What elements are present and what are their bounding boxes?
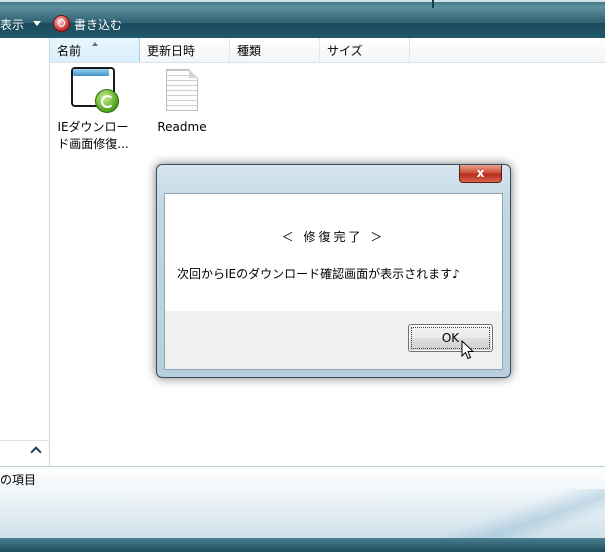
mouse-pointer-icon xyxy=(461,340,475,360)
file-item-ie-repair[interactable]: IEダウンロード画面修復... xyxy=(52,66,134,153)
navigation-pane xyxy=(0,38,50,466)
item-count-text: の項目 xyxy=(0,473,37,487)
folders-toggle-bar[interactable] xyxy=(0,440,49,467)
column-header-size[interactable]: サイズ xyxy=(320,38,410,62)
refresh-icon xyxy=(95,89,119,113)
ie-repair-app-icon[interactable] xyxy=(71,67,119,113)
burn-button[interactable]: 書き込む xyxy=(74,16,122,33)
window-top-highlight xyxy=(0,0,605,2)
view-dropdown-arrow-icon[interactable] xyxy=(33,21,41,26)
window-resize-handle[interactable] xyxy=(432,0,434,8)
view-menu-button[interactable]: 表示 xyxy=(0,16,24,33)
file-label[interactable]: IEダウンロード画面修復... xyxy=(52,119,134,153)
column-header-row: 名前 更新日時 種類 サイズ xyxy=(50,38,605,63)
repair-complete-dialog: x ＜ 修復完了 ＞ 次回からIEのダウンロード確認画面が表示されます♪ OK xyxy=(156,164,511,378)
window-titlebar-icon-part xyxy=(73,69,109,76)
dialog-close-button[interactable]: x xyxy=(459,165,502,183)
sort-ascending-icon xyxy=(92,42,98,46)
text-document-icon[interactable] xyxy=(166,69,198,111)
file-label[interactable]: Readme xyxy=(145,119,219,136)
dialog-content: ＜ 修復完了 ＞ 次回からIEのダウンロード確認画面が表示されます♪ OK xyxy=(164,193,503,370)
window-bottom-frame xyxy=(0,538,605,552)
dialog-message: 次回からIEのダウンロード確認画面が表示されます♪ xyxy=(177,267,460,281)
burn-disc-icon[interactable] xyxy=(53,15,70,32)
close-icon: x xyxy=(476,166,485,180)
dialog-button-bar: OK xyxy=(165,311,502,369)
ok-button[interactable]: OK xyxy=(408,324,493,352)
column-header-type[interactable]: 種類 xyxy=(230,38,320,62)
decorative-swoosh xyxy=(445,489,605,539)
dialog-heading: ＜ 修復完了 ＞ xyxy=(281,230,386,244)
command-bar: 表示 書き込む xyxy=(0,8,605,38)
details-pane: の項目 xyxy=(0,466,605,539)
dialog-body: ＜ 修復完了 ＞ 次回からIEのダウンロード確認画面が表示されます♪ xyxy=(165,194,502,311)
file-item-readme[interactable]: Readme xyxy=(145,66,219,136)
column-header-date-modified[interactable]: 更新日時 xyxy=(140,38,230,62)
